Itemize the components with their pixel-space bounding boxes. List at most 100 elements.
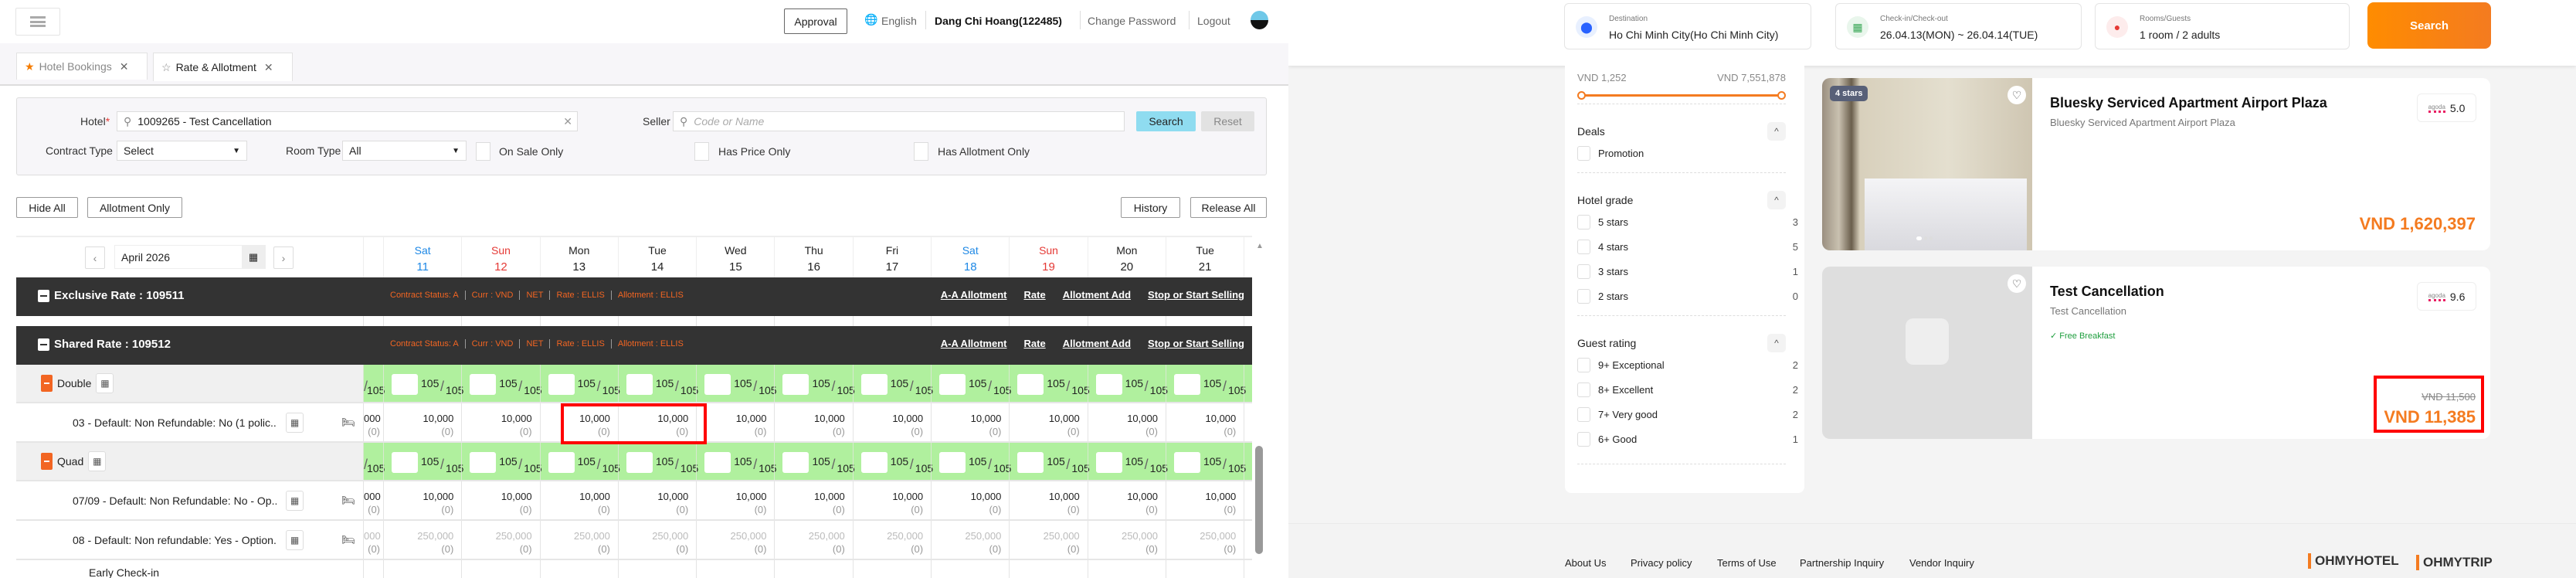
price-slider[interactable] (1577, 91, 1786, 100)
price-cell[interactable]: 10,000 (0) (774, 481, 852, 519)
hide-all-button[interactable]: Hide All (16, 197, 78, 218)
next-month-button[interactable]: › (273, 246, 294, 269)
allotment-input[interactable] (1173, 374, 1200, 395)
hotel-card[interactable]: 4 stars ♡ Bluesky Serviced Apartment Air… (1822, 78, 2490, 250)
checkbox[interactable] (1577, 382, 1590, 397)
rate-action-link[interactable]: Rate (1024, 338, 1046, 349)
heart-icon[interactable]: ♡ (2008, 274, 2026, 293)
allotment-input[interactable] (782, 452, 809, 473)
price-cell[interactable]: 10,000 (0) (383, 481, 461, 519)
has-allotment-only-checkbox[interactable] (914, 142, 928, 161)
rate-action-link[interactable]: A-A Allotment (941, 338, 1007, 349)
calendar-icon[interactable]: ▦ (286, 529, 304, 550)
scroll-thumb[interactable] (1255, 446, 1263, 554)
collapse-icon[interactable] (38, 338, 49, 351)
collapse-chevron-icon[interactable]: ^ (1767, 191, 1786, 209)
price-cell[interactable]: 250,000 (0) (696, 521, 774, 559)
checkbox[interactable] (1577, 240, 1590, 254)
allotment-input[interactable] (1173, 452, 1200, 473)
price-cell[interactable]: 10,000 (0) (1009, 481, 1087, 519)
scrollbar[interactable]: ▲ (1252, 236, 1267, 560)
filter-option[interactable]: 5 stars 3 (1577, 215, 1798, 230)
allotment-input[interactable] (626, 374, 653, 395)
allotment-input[interactable] (392, 374, 418, 395)
calendar-icon[interactable]: ▦ (286, 490, 304, 511)
hotel-search-input[interactable]: ⚲ 1009265 - Test Cancellation ✕ (117, 111, 578, 131)
checkbox[interactable] (1577, 358, 1590, 372)
allotment-input[interactable] (470, 452, 497, 473)
heart-icon[interactable]: ♡ (2008, 86, 2026, 104)
price-cell[interactable]: 10,000 (0) (1009, 403, 1087, 441)
change-password-link[interactable]: Change Password (1088, 15, 1176, 27)
dates-field[interactable]: ▦ Check-in/Check-out 26.04.13(MON) ~ 26.… (1835, 3, 2082, 49)
price-cell[interactable]: 10,000 (0) (1165, 481, 1244, 519)
footer-link-vendor[interactable]: Vendor Inquiry (1909, 557, 1974, 569)
avatar[interactable] (1251, 11, 1268, 29)
collapse-icon[interactable] (38, 289, 49, 302)
price-cell[interactable]: 10,000 (0) (852, 481, 931, 519)
allotment-input[interactable] (860, 374, 888, 395)
price-cell[interactable]: 250,000 (0) (852, 521, 931, 559)
price-cell[interactable]: 250,000 (0) (539, 521, 618, 559)
price-cell[interactable]: 10,000 (0) (931, 403, 1009, 441)
on-sale-only-checkbox[interactable] (476, 142, 490, 161)
logout-link[interactable]: Logout (1197, 15, 1230, 27)
allotment-input[interactable] (470, 374, 497, 395)
price-cell[interactable]: 250,000 (0) (1165, 521, 1244, 559)
slider-handle-max[interactable] (1777, 91, 1786, 100)
price-cell[interactable]: 250,000 (0) (461, 521, 539, 559)
allotment-input[interactable] (626, 452, 653, 473)
allotment-input[interactable] (704, 374, 731, 395)
calendar-icon[interactable]: ▦ (242, 246, 265, 268)
guests-field[interactable]: ● Rooms/Guests 1 room / 2 adults (2095, 3, 2350, 49)
approval-button[interactable]: Approval (784, 8, 847, 34)
calendar-icon[interactable]: ▦ (88, 451, 107, 471)
collapse-room-icon[interactable] (41, 453, 53, 470)
price-cell[interactable]: 250,000 (0) (1009, 521, 1087, 559)
history-button[interactable]: History (1121, 197, 1180, 218)
allotment-input[interactable] (1095, 374, 1122, 395)
close-icon[interactable]: ✕ (264, 61, 273, 74)
checkbox[interactable] (1577, 289, 1590, 304)
rate-action-link[interactable]: Rate (1024, 289, 1046, 301)
scroll-up-icon[interactable]: ▲ (1256, 242, 1264, 250)
search-button[interactable]: Search (2367, 2, 2491, 49)
hotel-name[interactable]: Bluesky Serviced Apartment Airport Plaza (2050, 95, 2327, 111)
room-type-select[interactable]: All ▼ (342, 141, 467, 161)
price-cell[interactable]: 10,000 (0) (461, 481, 539, 519)
allotment-input[interactable] (392, 452, 418, 473)
allotment-input[interactable] (939, 452, 966, 473)
allotment-input[interactable] (860, 452, 888, 473)
filter-option[interactable]: 7+ Very good 2 (1577, 407, 1798, 422)
clear-icon[interactable]: ✕ (563, 115, 572, 128)
price-cell[interactable]: 250,000 (0) (931, 521, 1009, 559)
prev-month-button[interactable]: ‹ (85, 246, 105, 269)
destination-field[interactable]: ⬤ Destination Ho Chi Minh City(Ho Chi Mi… (1564, 3, 1811, 49)
language-selector[interactable]: English (881, 15, 917, 27)
slider-handle-min[interactable] (1577, 91, 1586, 100)
bed-icon[interactable]: 🛏 (341, 533, 355, 546)
checkbox[interactable] (1577, 146, 1590, 161)
bed-icon[interactable]: 🛏 (341, 416, 355, 429)
filter-option[interactable]: 6+ Good 1 (1577, 432, 1798, 447)
calendar-icon[interactable]: ▦ (286, 412, 304, 433)
price-cell[interactable]: 10,000 (0) (539, 481, 618, 519)
month-picker[interactable]: April 2026 ▦ (114, 245, 266, 269)
rate-plan-name[interactable]: 07/09 - Default: Non Refundable: No - Op… (73, 495, 277, 507)
collapse-chevron-icon[interactable]: ^ (1767, 334, 1786, 352)
footer-link-terms[interactable]: Terms of Use (1717, 557, 1777, 569)
filter-option[interactable]: 2 stars 0 (1577, 289, 1798, 304)
price-cell-partial[interactable]: 000 (0) (363, 481, 383, 519)
price-cell[interactable]: 10,000 (0) (383, 403, 461, 441)
price-cell[interactable]: 10,000 (0) (774, 403, 852, 441)
rate-action-link[interactable]: Stop or Start Selling (1148, 289, 1244, 301)
search-button[interactable]: Search (1136, 111, 1196, 131)
footer-link-privacy[interactable]: Privacy policy (1631, 557, 1692, 569)
rate-action-link[interactable]: A-A Allotment (941, 289, 1007, 301)
allotment-input[interactable] (548, 374, 575, 395)
checkbox[interactable] (1577, 407, 1590, 422)
contract-type-select[interactable]: Select ▼ (117, 141, 247, 161)
price-cell[interactable]: 10,000 (0) (1087, 403, 1166, 441)
allotment-input[interactable] (782, 374, 809, 395)
calendar-icon[interactable]: ▦ (96, 373, 114, 393)
